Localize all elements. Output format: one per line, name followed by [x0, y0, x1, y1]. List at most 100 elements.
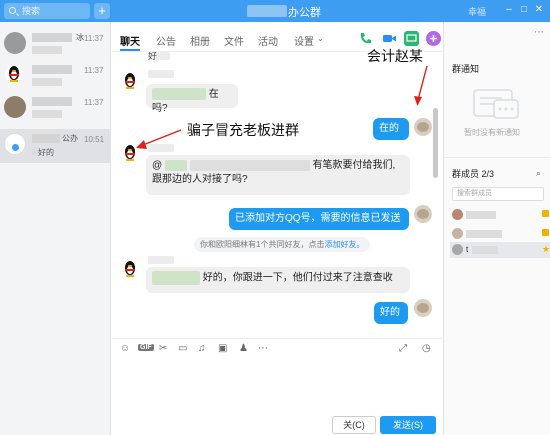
history-icon[interactable]: ◷: [422, 343, 431, 354]
owner-badge-icon: [542, 210, 549, 217]
message-bubble-sent[interactable]: 已添加对方QQ号，需要的信息已发送: [229, 208, 409, 230]
tab-files[interactable]: 文件: [224, 33, 244, 48]
blurred-group-name: [247, 5, 287, 17]
avatar: [452, 209, 463, 220]
tab-album[interactable]: 相册: [190, 33, 210, 48]
member-name-blurred: [472, 246, 498, 254]
tab-chat[interactable]: 聊天: [120, 33, 140, 48]
chat-panel: 聊天 公告 相册 文件 活动 设置 ⌄ 好 在吗? 在的 @ 有笔款要付给我们,…: [112, 22, 442, 435]
more-icon[interactable]: ⋯: [534, 27, 544, 38]
my-avatar: [414, 299, 432, 317]
message-text: 跟那边的人对接了吗?: [152, 174, 248, 185]
more-icon[interactable]: ⋯: [258, 343, 268, 354]
message-bubble-sent[interactable]: 好的: [374, 302, 408, 324]
search-icon: [9, 7, 16, 14]
message-list: 好 在吗? 在的 @ 有笔款要付给我们, 跟那边的人对接了吗? 已添加对方QQ号…: [112, 52, 442, 338]
red-arrow-icon: [414, 65, 428, 106]
user-name: 幸福: [468, 7, 487, 17]
contact-time: 10:51: [84, 135, 105, 144]
contact-time: 11:37: [84, 98, 104, 107]
minimize-button[interactable]: –: [503, 4, 515, 15]
voice-call-icon[interactable]: [358, 31, 373, 46]
message-bubble[interactable]: 好的，你跟进一下，他们付过来了注意查收: [146, 267, 410, 293]
gif-icon[interactable]: GIF: [138, 344, 154, 351]
contact-item[interactable]: 11:37 冰: [0, 28, 111, 60]
close-window-button[interactable]: ✕: [533, 4, 545, 15]
sender-name-blurred: [148, 70, 174, 78]
message-bubble[interactable]: @ 有笔款要付给我们, 跟那边的人对接了吗?: [146, 155, 410, 195]
contact-time: 11:37: [84, 66, 104, 75]
chevron-down-icon[interactable]: ⌄: [317, 34, 324, 43]
my-avatar: [414, 205, 432, 223]
contact-list: 11:37 冰 11:37 11:37 公办 10:51 好的: [0, 22, 111, 435]
tab-settings[interactable]: 设置: [294, 33, 314, 48]
message-text: 好的: [380, 307, 400, 318]
image-icon[interactable]: ▣: [218, 343, 227, 354]
avatar: [4, 96, 26, 118]
red-arrow-icon: [136, 129, 182, 149]
emoji-icon[interactable]: ☺: [120, 343, 130, 354]
qq-group-chat-window: 搜索 + 办公群 幸福 – □ ✕ 11:37 冰 11:37 11:37 公办…: [0, 0, 550, 435]
empty-notice-text: 暂时没有新通知: [464, 128, 520, 137]
contact-item[interactable]: 11:37: [0, 92, 111, 124]
contact-name-blurred: [32, 134, 60, 143]
folder-icon[interactable]: ▭: [178, 343, 187, 354]
music-icon[interactable]: ♫: [198, 343, 206, 354]
group-notice-title: 群通知: [452, 64, 480, 74]
blurred-content: [189, 159, 310, 171]
group-members-title: 群成员 2/3: [452, 169, 495, 179]
screen-share-icon[interactable]: [404, 31, 419, 46]
send-button[interactable]: 发送(S): [380, 416, 436, 434]
contact-item[interactable]: 11:37: [0, 60, 111, 92]
contact-message-blurred: [32, 78, 62, 86]
bell-icon[interactable]: ♟: [239, 343, 248, 354]
contact-last-message: 好的: [38, 148, 54, 157]
title-bar: 搜索 + 办公群 幸福 – □ ✕: [0, 0, 550, 22]
message-text: 已添加对方QQ号，需要的信息已发送: [235, 213, 401, 224]
member-name: t: [466, 245, 469, 254]
message-input[interactable]: [112, 358, 442, 414]
avatar: [452, 244, 463, 255]
member-item[interactable]: [450, 207, 550, 223]
contact-name-tail: 冰: [76, 33, 84, 42]
penguin-avatar-icon: [121, 72, 139, 90]
star-icon: ★: [542, 244, 550, 254]
admin-badge-icon: [542, 229, 549, 236]
scissors-icon[interactable]: ✂: [159, 343, 167, 354]
blurred-content: [164, 159, 187, 171]
add-friend-link[interactable]: 添加好友。: [324, 240, 364, 249]
active-tab-indicator: [120, 49, 140, 51]
message-text: 好的，你跟进一下，他们付过来了注意查收: [202, 272, 393, 284]
divider: [444, 157, 550, 158]
member-item[interactable]: [450, 226, 550, 242]
tab-activity[interactable]: 活动: [258, 33, 278, 48]
chat-scrollbar[interactable]: [433, 108, 438, 178]
contact-name-blurred: [32, 65, 72, 74]
penguin-avatar-icon: [121, 260, 139, 278]
message-bubble[interactable]: 在吗?: [146, 84, 238, 114]
expand-icon[interactable]: ⤢: [399, 343, 407, 354]
close-chat-button[interactable]: 关(C): [332, 416, 376, 434]
member-search-input[interactable]: 搜索群成员: [452, 187, 544, 201]
annotation-accountant: 会计赵某: [367, 49, 423, 65]
group-info-panel: ⋯ 群通知 暂时没有新通知 群成员 2/3 ⌕ 搜索群成员 t ★: [443, 22, 550, 435]
contact-search-input[interactable]: 搜索: [4, 3, 90, 19]
tab-announcement[interactable]: 公告: [156, 33, 176, 48]
video-call-icon[interactable]: [382, 31, 397, 46]
more-apps-icon[interactable]: [426, 31, 441, 46]
avatar: [452, 228, 463, 239]
add-button[interactable]: +: [94, 3, 110, 19]
blurred-content: [152, 271, 200, 285]
contact-item-active[interactable]: 公办 10:51 好的: [0, 129, 111, 163]
blurred-content: [152, 88, 206, 101]
member-search-icon[interactable]: ⌕: [536, 168, 541, 179]
cut-message: 好: [148, 52, 158, 61]
message-bubble-sent[interactable]: 在的: [373, 118, 409, 140]
contact-name-blurred: [32, 97, 72, 106]
contact-message-blurred: [32, 147, 38, 155]
maximize-button[interactable]: □: [518, 4, 530, 15]
member-item-selected[interactable]: t ★: [450, 242, 550, 258]
contact-name-tail: 公办: [62, 134, 78, 143]
message-text: 有笔款要付给我们,: [312, 160, 396, 171]
mention-sign: @: [152, 160, 163, 171]
